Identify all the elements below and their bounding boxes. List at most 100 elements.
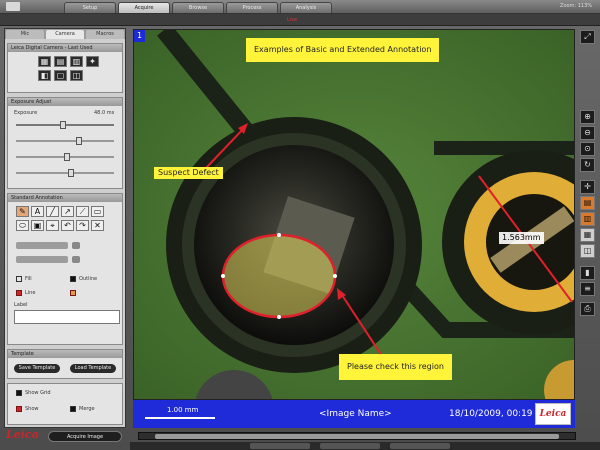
camera-gain-icon[interactable]: ✦ [86, 56, 99, 67]
live-indicator: Live [287, 17, 298, 23]
tab-setup[interactable]: Setup [64, 2, 116, 13]
camera-overlay-icon[interactable]: ◫ [70, 70, 83, 81]
label-color-swatch[interactable] [70, 290, 76, 296]
scrollbar-thumb[interactable] [155, 434, 559, 439]
line-color-swatch[interactable] [16, 290, 22, 296]
camera-section-title: Leica Digital Camera - Last Used [8, 44, 122, 52]
image-viewport[interactable]: 1 Examples of Basic and Extended Annotat… [133, 29, 575, 400]
tab-acquire[interactable]: Acquire [118, 2, 170, 13]
exposure-value: 48.0 ms [94, 110, 115, 116]
line-width-dropdown[interactable] [16, 242, 68, 249]
ellipse-handle-left[interactable] [221, 274, 225, 278]
zoom-readout: Zoom: 113% [560, 3, 592, 9]
camera-settings-icon[interactable]: ▦ [38, 56, 51, 67]
show-grid-checkbox[interactable] [16, 390, 22, 396]
annotation-measure-icon[interactable]: ⟋ [76, 206, 89, 217]
fill-checkbox[interactable] [16, 276, 22, 282]
microscope-image [134, 30, 574, 399]
bottom-tab-1[interactable] [250, 443, 310, 449]
left-panel: Mic Camera Macros Leica Digital Camera -… [4, 28, 126, 428]
label-text-input[interactable] [14, 310, 120, 324]
highlight-ellipse[interactable] [221, 233, 337, 319]
stack-icon[interactable]: ≡ [580, 282, 595, 296]
scale-bar [145, 417, 215, 419]
gamma-slider[interactable] [16, 153, 114, 161]
title-annotation[interactable]: Examples of Basic and Extended Annotatio… [246, 38, 440, 62]
camera-section: Leica Digital Camera - Last Used ▦ ▤ ▥ ✦… [7, 43, 123, 93]
saturation-slider[interactable] [16, 169, 114, 177]
ellipse-handle-top[interactable] [277, 233, 281, 237]
zoom-out-icon[interactable]: ⊖ [580, 126, 595, 140]
camera-format-icon[interactable]: ▥ [70, 56, 83, 67]
ellipse-handle-right[interactable] [333, 274, 337, 278]
annotation-rectangle-icon[interactable]: ▭ [91, 206, 104, 217]
scale-bar-text: 1.00 mm [167, 406, 199, 414]
annotation-layer-icon[interactable]: ▥ [580, 212, 595, 226]
label-text-caption: Label [14, 302, 28, 308]
tab-macros[interactable]: Macros [86, 30, 124, 39]
measurement-label[interactable]: 1.563mm [499, 232, 544, 244]
annotation-arrow-icon[interactable]: ↗ [61, 206, 74, 217]
annotation-filled-rect-icon[interactable]: ▣ [31, 220, 44, 231]
save-template-button[interactable]: Save Template [14, 364, 60, 373]
leica-logo: Leica [6, 428, 39, 441]
zoom-in-icon[interactable]: ⊕ [580, 110, 595, 124]
top-bar: Setup Acquire Browse Process Analysis Zo… [0, 0, 600, 14]
annotation-line-icon[interactable]: ╱ [46, 206, 59, 217]
show-checkbox[interactable] [16, 406, 22, 412]
print-icon[interactable]: ⎙ [580, 302, 595, 316]
image-number-badge: 1 [134, 30, 145, 42]
gain-slider[interactable] [16, 137, 114, 145]
show-grid-label: Show Grid [25, 390, 51, 396]
acquire-image-button[interactable]: Acquire Image [48, 431, 122, 442]
tab-camera[interactable]: Camera [46, 30, 84, 39]
image-name: <Image Name> [319, 409, 392, 419]
camera-white-balance-icon[interactable]: ◧ [38, 70, 51, 81]
annotation-text-icon[interactable]: A [31, 206, 44, 217]
merge-checkbox[interactable] [70, 406, 76, 412]
undo-icon[interactable]: ↶ [61, 220, 74, 231]
font-dropdown[interactable] [16, 256, 68, 263]
crosshair-icon[interactable]: ✛ [580, 180, 595, 194]
template-section-title: Template [8, 350, 122, 358]
annotation-pen-icon[interactable]: ✎ [16, 206, 29, 217]
annotation-ellipse-icon[interactable]: ⬭ [16, 220, 29, 231]
compare-icon[interactable]: ◫ [580, 244, 595, 258]
app-logo-icon [6, 2, 20, 11]
defect-annotation-label[interactable]: Suspect Defect [154, 167, 223, 179]
histogram-icon[interactable]: ▮ [580, 266, 595, 280]
tab-mic[interactable]: Mic [6, 30, 44, 39]
template-section: Template Save Template Load Template [7, 349, 123, 379]
camera-crop-icon[interactable]: ▢ [54, 70, 67, 81]
status-bar: Live [0, 14, 600, 26]
exposure-slider[interactable] [16, 121, 114, 129]
exposure-section: Exposure Adjust Exposure 48.0 ms [7, 97, 123, 189]
grid-icon[interactable]: ▦ [580, 228, 595, 242]
load-template-button[interactable]: Load Template [70, 364, 116, 373]
refresh-icon[interactable]: ↻ [580, 158, 595, 172]
leica-brand-logo: Leica [535, 403, 571, 425]
tab-analysis[interactable]: Analysis [280, 2, 332, 13]
delete-annotation-icon[interactable]: ✕ [91, 220, 104, 231]
timestamp: 18/10/2009, 00:19 [449, 409, 533, 419]
ellipse-handle-bottom[interactable] [277, 315, 281, 319]
redo-icon[interactable]: ↷ [76, 220, 89, 231]
right-toolbar: ⤢ ⊕ ⊖ ⊙ ↻ ✛ ▤ ▥ ▦ ◫ ▮ ≡ ⎙ [580, 30, 596, 428]
tab-browse[interactable]: Browse [172, 2, 224, 13]
outline-checkbox[interactable] [70, 276, 76, 282]
camera-color-icon[interactable]: ▤ [54, 56, 67, 67]
left-panel-tabs: Mic Camera Macros [5, 29, 125, 39]
annotation-crosshair-icon[interactable]: ⌖ [46, 220, 59, 231]
bottom-tab-3[interactable] [390, 443, 450, 449]
font-stepper[interactable] [72, 256, 80, 263]
overlay-icon[interactable]: ▤ [580, 196, 595, 210]
bottom-tab-2[interactable] [320, 443, 380, 449]
line-label: Line [25, 290, 36, 296]
zoom-fit-icon[interactable]: ⊙ [580, 142, 595, 156]
fullscreen-icon[interactable]: ⤢ [580, 30, 595, 44]
tab-process[interactable]: Process [226, 2, 278, 13]
horizontal-scrollbar[interactable] [138, 432, 576, 440]
bottom-strip [130, 442, 600, 450]
check-region-label[interactable]: Please check this region [339, 354, 452, 380]
line-width-stepper[interactable] [72, 242, 80, 249]
